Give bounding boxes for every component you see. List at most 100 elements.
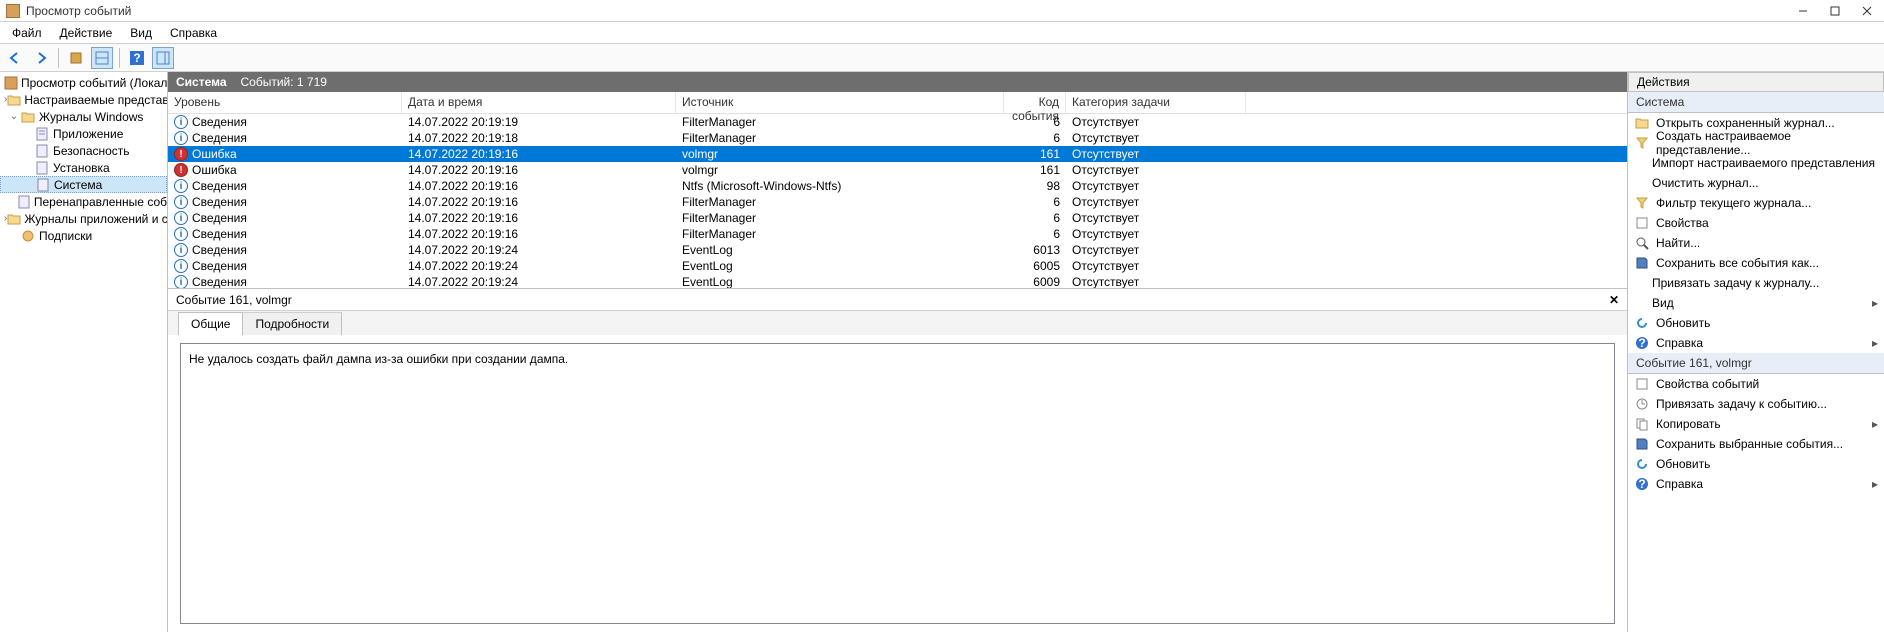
tree-setup[interactable]: Установка <box>0 159 167 176</box>
task-icon <box>1634 396 1650 412</box>
tree-label: Просмотр событий (Локальны <box>21 76 168 90</box>
table-row[interactable]: !Ошибка14.07.2022 20:19:16volmgr161Отсут… <box>168 162 1627 178</box>
event-source: volmgr <box>676 163 1004 177</box>
tree-app-services[interactable]: › Журналы приложений и сл <box>0 210 167 227</box>
action-pane-button[interactable] <box>152 47 174 69</box>
show-tree-button[interactable] <box>65 47 87 69</box>
table-row[interactable]: iСведения14.07.2022 20:19:24EventLog6005… <box>168 258 1627 274</box>
tree-panel: Просмотр событий (Локальны › Настраиваем… <box>0 72 168 632</box>
action-event-properties[interactable]: Свойства событий <box>1628 374 1884 394</box>
action-properties[interactable]: Свойства <box>1628 213 1884 233</box>
help-icon: ? <box>1634 476 1650 492</box>
minimize-button[interactable] <box>1796 4 1810 18</box>
col-category[interactable]: Категория задачи <box>1066 92 1246 113</box>
action-create-view[interactable]: Создать настраиваемое представление... <box>1628 133 1884 153</box>
event-date: 14.07.2022 20:19:24 <box>402 275 676 288</box>
action-clear-log[interactable]: Очистить журнал... <box>1628 173 1884 193</box>
maximize-button[interactable] <box>1828 4 1842 18</box>
table-row[interactable]: !Ошибка14.07.2022 20:19:16volmgr161Отсут… <box>168 146 1627 162</box>
tree-custom-views[interactable]: › Настраиваемые представле <box>0 91 167 108</box>
chevron-right-icon: ▸ <box>1872 336 1878 350</box>
col-level[interactable]: Уровень <box>168 92 402 113</box>
copy-icon <box>1634 416 1650 432</box>
log-icon <box>17 195 31 209</box>
properties-icon <box>1634 215 1650 231</box>
table-row[interactable]: iСведения14.07.2022 20:19:16FilterManage… <box>168 210 1627 226</box>
action-help-2[interactable]: ?Справка▸ <box>1628 474 1884 494</box>
menu-action[interactable]: Действие <box>52 24 121 42</box>
action-attach-task[interactable]: Привязать задачу к журналу... <box>1628 273 1884 293</box>
table-body[interactable]: iСведения14.07.2022 20:19:19FilterManage… <box>168 114 1627 288</box>
menu-view[interactable]: Вид <box>122 24 160 42</box>
menu-file[interactable]: Файл <box>4 24 50 42</box>
toolbar-separator <box>119 48 120 68</box>
tree-root[interactable]: Просмотр событий (Локальны <box>0 74 167 91</box>
collapse-icon[interactable]: ⌄ <box>8 111 20 122</box>
tree-subscriptions[interactable]: Подписки <box>0 227 167 244</box>
tree-application[interactable]: Приложение <box>0 125 167 142</box>
find-icon <box>1634 235 1650 251</box>
col-code[interactable]: Код события <box>1004 92 1066 113</box>
center-header: Система Событий: 1 719 <box>168 72 1627 92</box>
actions-title: Действия <box>1628 72 1884 92</box>
event-date: 14.07.2022 20:19:16 <box>402 211 676 225</box>
action-refresh[interactable]: Обновить <box>1628 313 1884 333</box>
action-import-view[interactable]: Импорт настраиваемого представления <box>1628 153 1884 173</box>
close-detail-button[interactable]: ✕ <box>1609 293 1619 307</box>
col-date[interactable]: Дата и время <box>402 92 676 113</box>
action-view[interactable]: Вид▸ <box>1628 293 1884 313</box>
properties-icon <box>1634 376 1650 392</box>
table-row[interactable]: iСведения14.07.2022 20:19:16Ntfs (Micros… <box>168 178 1627 194</box>
action-copy[interactable]: Копировать▸ <box>1628 414 1884 434</box>
table-row[interactable]: iСведения14.07.2022 20:19:16FilterManage… <box>168 194 1627 210</box>
event-date: 14.07.2022 20:19:16 <box>402 195 676 209</box>
table-row[interactable]: iСведения14.07.2022 20:19:19FilterManage… <box>168 114 1627 130</box>
event-level: Сведения <box>192 195 247 209</box>
title-bar: Просмотр событий <box>0 0 1884 22</box>
event-table: Уровень Дата и время Источник Код событи… <box>168 92 1627 289</box>
event-code: 6013 <box>1004 243 1066 257</box>
event-level: Сведения <box>192 275 247 288</box>
event-category: Отсутствует <box>1066 211 1246 225</box>
event-source: EventLog <box>676 275 1004 288</box>
tree-forwarded[interactable]: Перенаправленные соб <box>0 193 167 210</box>
table-row[interactable]: iСведения14.07.2022 20:19:18FilterManage… <box>168 130 1627 146</box>
tree-system[interactable]: Система <box>0 176 167 193</box>
info-icon: i <box>174 131 188 145</box>
tab-general[interactable]: Общие <box>178 312 243 335</box>
tree-label: Подписки <box>39 229 92 243</box>
action-filter-log[interactable]: Фильтр текущего журнала... <box>1628 193 1884 213</box>
action-refresh-2[interactable]: Обновить <box>1628 454 1884 474</box>
tab-details[interactable]: Подробности <box>242 312 342 335</box>
event-source: FilterManager <box>676 195 1004 209</box>
menu-help[interactable]: Справка <box>162 24 225 42</box>
action-save-all[interactable]: Сохранить все события как... <box>1628 253 1884 273</box>
col-source[interactable]: Источник <box>676 92 1004 113</box>
action-help[interactable]: ?Справка▸ <box>1628 333 1884 353</box>
detail-tabs: Общие Подробности <box>168 311 1627 335</box>
center-title: Система <box>176 75 227 89</box>
event-source: FilterManager <box>676 131 1004 145</box>
close-button[interactable] <box>1860 4 1874 18</box>
help-button[interactable]: ? <box>126 47 148 69</box>
back-button[interactable] <box>4 47 26 69</box>
event-level: Ошибка <box>192 147 237 161</box>
tree-windows-logs[interactable]: ⌄ Журналы Windows <box>0 108 167 125</box>
event-detail-panel: Событие 161, volmgr ✕ Общие Подробности … <box>168 289 1627 632</box>
log-icon <box>35 178 51 192</box>
preview-pane-button[interactable] <box>91 47 113 69</box>
forward-button[interactable] <box>30 47 52 69</box>
tree-security[interactable]: Безопасность <box>0 142 167 159</box>
help-icon: ? <box>1634 335 1650 351</box>
svg-text:?: ? <box>1638 336 1645 350</box>
tree-label: Приложение <box>53 127 123 141</box>
action-save-selected[interactable]: Сохранить выбранные события... <box>1628 434 1884 454</box>
eventviewer-icon <box>4 76 18 90</box>
table-row[interactable]: iСведения14.07.2022 20:19:24EventLog6013… <box>168 242 1627 258</box>
action-find[interactable]: Найти... <box>1628 233 1884 253</box>
window-title: Просмотр событий <box>26 4 1796 18</box>
action-attach-event-task[interactable]: Привязать задачу к событию... <box>1628 394 1884 414</box>
table-row[interactable]: iСведения14.07.2022 20:19:16FilterManage… <box>168 226 1627 242</box>
table-row[interactable]: iСведения14.07.2022 20:19:24EventLog6009… <box>168 274 1627 288</box>
filter-icon <box>1634 135 1650 151</box>
